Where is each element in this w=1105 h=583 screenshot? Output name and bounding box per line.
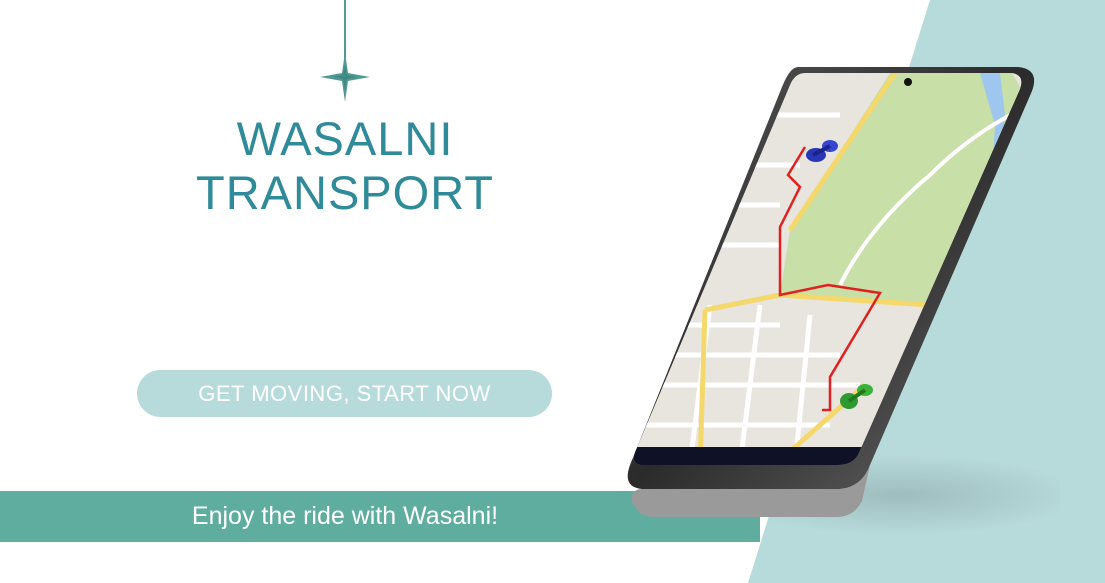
title-line-1: WASALNI [236, 112, 454, 165]
star-icon [320, 52, 370, 102]
tagline-text: Enjoy the ride with Wasalni! [191, 502, 499, 530]
phone-illustration [627, 67, 1060, 535]
camera-icon [904, 78, 912, 86]
title-line-2: TRANSPORT [196, 166, 494, 219]
hero-banner: WASALNI TRANSPORT GET MOVING, START NOW … [0, 0, 1105, 583]
page-title: WASALNI TRANSPORT [150, 112, 540, 220]
get-moving-button[interactable]: GET MOVING, START NOW [137, 370, 552, 417]
